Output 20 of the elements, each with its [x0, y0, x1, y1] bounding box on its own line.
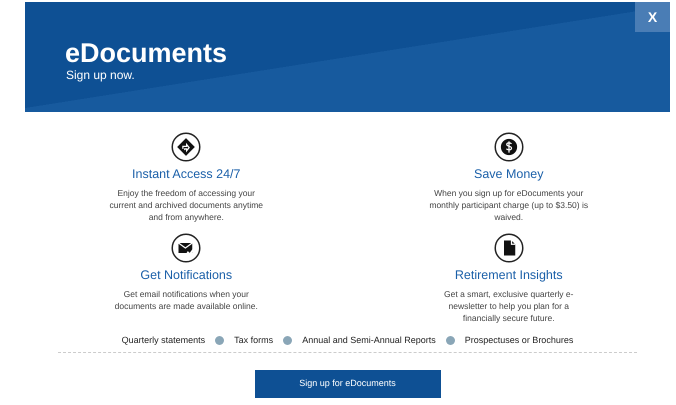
document-type: Quarterly statements	[122, 334, 206, 347]
feature-description: When you sign up for eDocuments your monthly participant charge (up to $3.50) is waived.	[428, 186, 589, 223]
feature-description: Get email notifications when your documents are made available online.	[114, 288, 259, 312]
document-icon	[494, 232, 524, 263]
document-type: Prospectuses or Brochures	[464, 334, 574, 347]
feature-description: Get a smart, exclusive quarterly e-newsletter to help you plan for a financially secure future.	[443, 288, 574, 324]
banner-title: eDocuments	[65, 38, 228, 68]
signup-button[interactable]: Sign up for eDocuments	[254, 370, 440, 398]
feature-title: Instant Access 24/7	[132, 166, 240, 183]
direction-sign-icon	[171, 132, 202, 162]
feature-title: Retirement Insights	[454, 266, 563, 284]
document-type: Tax forms	[234, 334, 274, 346]
feature-title: Save Money	[474, 166, 544, 183]
envelope-check-icon	[171, 232, 202, 263]
banner-subtitle: Sign up now.	[66, 68, 136, 82]
document-type: Annual and Semi-Annual Reports	[302, 334, 436, 347]
feature-description: Enjoy the freedom of accessing your current and archived documents anytime and from anywhere.	[108, 186, 264, 223]
feature-title: Get Notifications	[140, 266, 232, 284]
close-button[interactable]: X	[635, 2, 670, 32]
dollar-icon	[494, 132, 524, 162]
